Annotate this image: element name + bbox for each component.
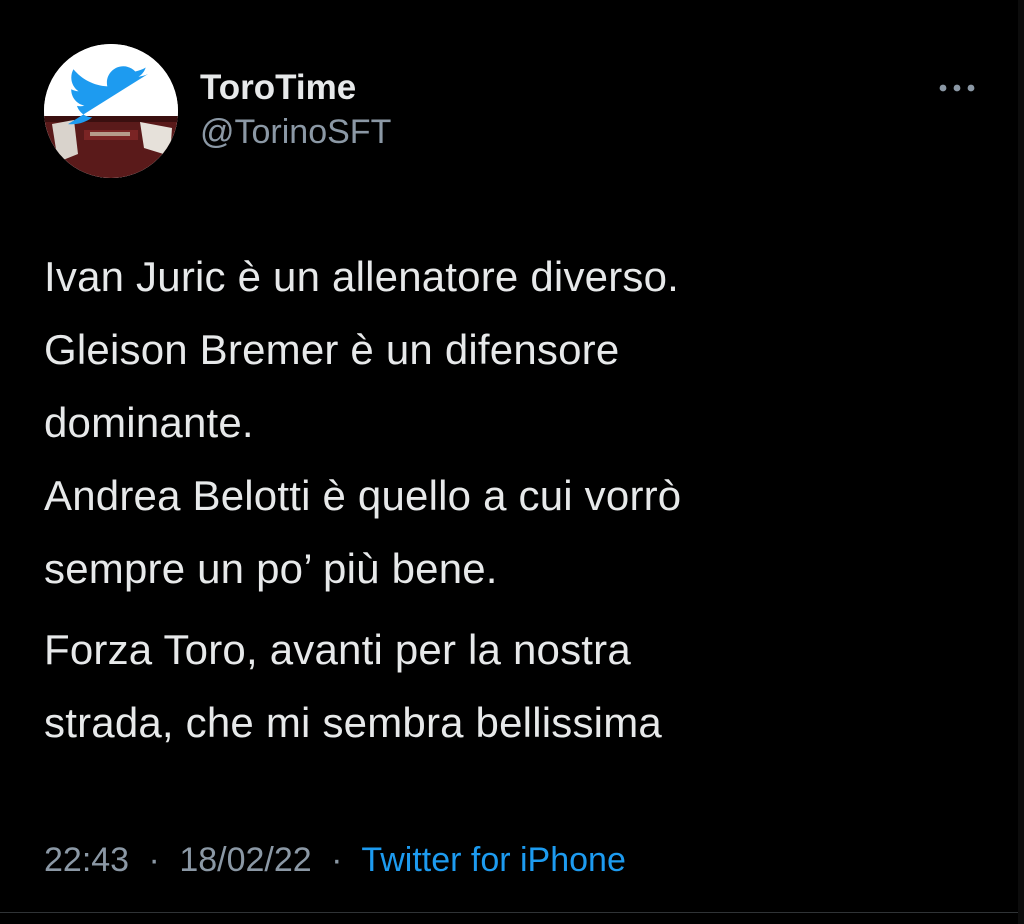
twitter-bird-icon [44, 44, 178, 178]
tweet-line: dominante. [44, 399, 254, 446]
user-info[interactable]: ToroTime @TorinoSFT [200, 66, 391, 154]
divider [0, 912, 1024, 913]
tweet-line: sempre un po’ più bene. [44, 545, 498, 592]
tweet-source-link[interactable]: Twitter for iPhone [361, 841, 626, 879]
meta-separator: · [148, 841, 160, 879]
tweet-text: Ivan Juric è un allenatore diverso. Glei… [44, 240, 984, 759]
tweet-date[interactable]: 18/02/22 [179, 841, 311, 879]
more-options-button[interactable] [932, 70, 982, 106]
tweet-card: ToroTime @TorinoSFT Ivan Juric è un alle… [0, 0, 1024, 924]
avatar[interactable] [44, 44, 178, 178]
tweet-line: Andrea Belotti è quello a cui vorrò [44, 472, 682, 519]
tweet-line: strada, che mi sembra bellissima [44, 699, 662, 746]
display-name[interactable]: ToroTime [200, 66, 391, 110]
more-options-icon [939, 84, 975, 92]
tweet-paragraph: Forza Toro, avanti per la nostra strada,… [44, 613, 984, 759]
tweet-paragraph: Ivan Juric è un allenatore diverso. Glei… [44, 240, 984, 605]
tweet-time[interactable]: 22:43 [44, 841, 129, 879]
scrollbar[interactable] [1018, 0, 1024, 924]
tweet-line: Gleison Bremer è un difensore [44, 326, 620, 373]
meta-separator: · [331, 841, 343, 879]
tweet-line: Ivan Juric è un allenatore diverso. [44, 253, 680, 300]
tweet-meta: 22:43 · 18/02/22 · Twitter for iPhone [44, 838, 626, 882]
user-handle[interactable]: @TorinoSFT [200, 110, 391, 154]
tweet-line: Forza Toro, avanti per la nostra [44, 626, 631, 673]
